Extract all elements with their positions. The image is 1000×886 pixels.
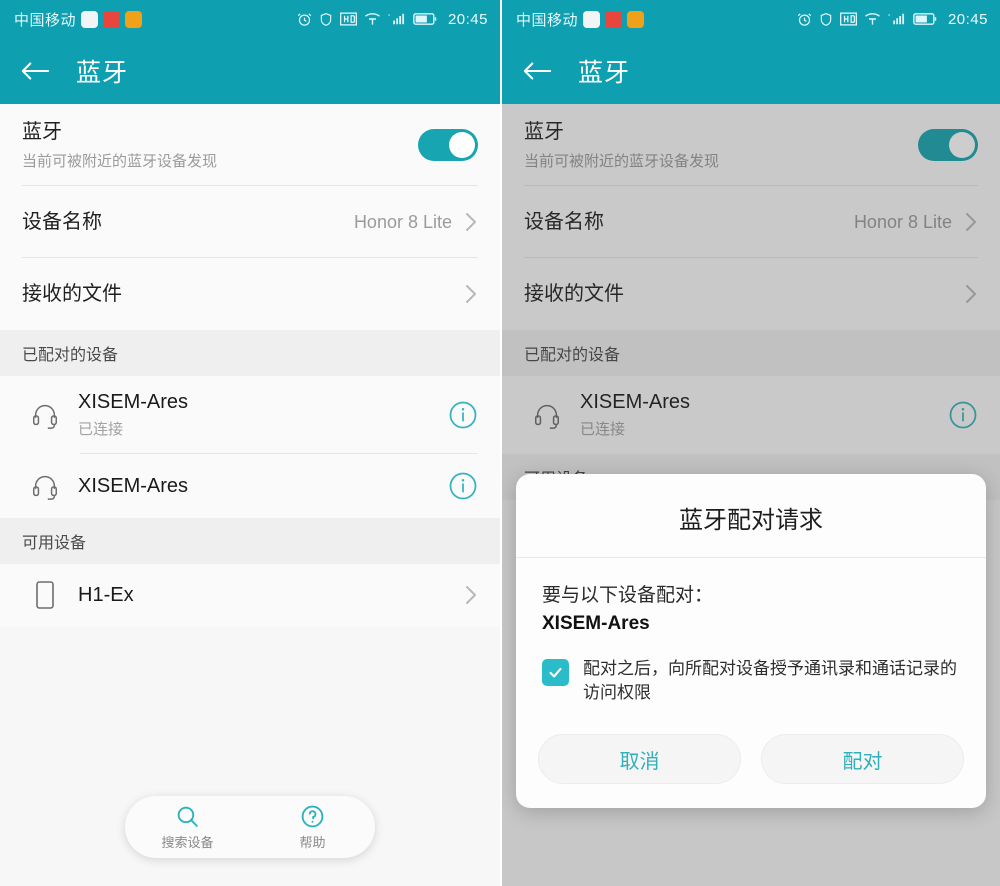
paired-devices-header: 已配对的设备: [0, 330, 500, 376]
device-name-text: 设备名称: [22, 210, 354, 235]
dialog-body: 要与以下设备配对： XISEM-Ares 配对之后，向所配对设备授予通讯录和通话…: [516, 558, 986, 712]
bluetooth-toggle[interactable]: [418, 129, 478, 161]
permission-checkbox-label: 配对之后，向所配对设备授予通讯录和通话记录的访问权限: [583, 658, 957, 703]
status-bar-left: 中国移动: [516, 9, 645, 30]
dialog-prompt: 要与以下设备配对：: [542, 584, 714, 606]
bluetooth-subtitle: 当前可被附近的蓝牙设备发现: [22, 152, 218, 170]
screenshot-root: 中国移动 ° 20:45 蓝牙 蓝牙 当前可被附近的蓝牙设备发现 设备名称 Ho…: [0, 0, 1000, 886]
notification-app-icon-3: [125, 10, 143, 28]
clock-label: 20:45: [447, 10, 488, 28]
bottom-action-pill: 搜索设备 帮助: [125, 796, 375, 858]
bluetooth-toggle-row[interactable]: 蓝牙 当前可被附近的蓝牙设备发现: [0, 104, 500, 186]
received-files-text: 接收的文件: [22, 282, 464, 307]
permission-checkbox[interactable]: [542, 658, 569, 686]
carrier-label: 中国移动: [14, 11, 77, 29]
page-title: 蓝牙: [76, 59, 129, 87]
device-name: XISEM-Ares: [78, 474, 189, 497]
device-name-value: Honor 8 Lite: [353, 211, 452, 232]
battery-icon: [413, 12, 439, 26]
headset-icon: [22, 400, 68, 430]
received-files-label: 接收的文件: [22, 282, 122, 305]
status-bar: 中国移动 ° 20:45: [0, 0, 500, 38]
status-bar-left: 中国移动: [14, 9, 143, 30]
pair-button[interactable]: 配对: [761, 734, 964, 784]
info-icon[interactable]: [448, 400, 478, 430]
help-label: 帮助: [299, 835, 326, 850]
left-phone-screen: 中国移动 ° 20:45 蓝牙 蓝牙 当前可被附近的蓝牙设备发现 设备名称 Ho…: [0, 0, 500, 886]
dialog-actions: 取消 配对: [516, 712, 986, 808]
signal-icon: °: [888, 12, 906, 26]
status-bar: 中国移动 ° 20:45: [502, 0, 1000, 38]
hd-icon: [839, 12, 857, 26]
paired-devices-label: 已配对的设备: [22, 347, 119, 364]
clock-label: 20:45: [947, 10, 988, 28]
status-bar-right: ° 20:45: [797, 11, 988, 28]
help-button[interactable]: 帮助: [258, 803, 368, 851]
headset-icon: [22, 471, 68, 501]
question-icon: [300, 803, 325, 829]
carrier-label: 中国移动: [516, 11, 579, 29]
device-name: XISEM-Ares: [78, 391, 189, 413]
search-devices-button[interactable]: 搜索设备: [133, 803, 243, 851]
chevron-right-icon: [464, 210, 478, 234]
shield-icon: [819, 12, 833, 27]
page-title: 蓝牙: [578, 59, 631, 87]
chevron-right-icon: [464, 282, 478, 306]
dialog-permission-row[interactable]: 配对之后，向所配对设备授予通讯录和通话记录的访问权限: [542, 657, 960, 706]
search-icon: [175, 803, 200, 829]
settings-content: 蓝牙 当前可被附近的蓝牙设备发现 设备名称 Honor 8 Lite 接收的文件…: [502, 104, 1000, 886]
dialog-title: 蓝牙配对请求: [516, 474, 986, 558]
notification-app-icon-3: [627, 10, 645, 28]
paired-device-1-text: XISEM-Ares 已连接: [78, 391, 448, 439]
received-files-row[interactable]: 接收的文件: [0, 258, 500, 330]
notification-app-icon-2: [605, 10, 623, 28]
device-name-row[interactable]: 设备名称 Honor 8 Lite: [0, 186, 500, 258]
settings-card: 蓝牙 当前可被附近的蓝牙设备发现 设备名称 Honor 8 Lite 接收的文件: [0, 104, 500, 330]
svg-text:°: °: [388, 14, 391, 20]
bluetooth-label: 蓝牙: [22, 120, 62, 143]
right-phone-screen: 中国移动 ° 20:45 蓝牙 蓝牙 当前可被附近的蓝牙设备发现 设备名称 Ho…: [500, 0, 1000, 886]
available-devices-label: 可用设备: [22, 535, 87, 552]
paired-device-row-2[interactable]: XISEM-Ares: [0, 454, 500, 518]
status-bar-right: ° 20:45: [297, 11, 488, 28]
info-icon[interactable]: [448, 471, 478, 501]
paired-device-2-text: XISEM-Ares: [78, 475, 448, 498]
wifi-icon: [864, 12, 881, 26]
app-bar: 蓝牙: [0, 38, 500, 104]
bluetooth-row-text: 蓝牙 当前可被附近的蓝牙设备发现: [22, 120, 418, 171]
app-bar: 蓝牙: [502, 38, 1000, 104]
hd-icon: [339, 12, 357, 26]
battery-icon: [913, 12, 939, 26]
shield-icon: [319, 12, 333, 27]
available-device-row-1[interactable]: H1-Ex: [0, 564, 500, 626]
paired-device-row-1[interactable]: XISEM-Ares 已连接: [0, 376, 500, 454]
device-name-label: 设备名称: [22, 210, 102, 233]
device-state: 已连接: [78, 421, 124, 438]
toggle-knob: [449, 132, 475, 158]
chevron-right-icon: [464, 583, 478, 607]
wifi-icon: [364, 12, 381, 26]
cancel-button[interactable]: 取消: [538, 734, 741, 784]
back-arrow-icon[interactable]: [522, 56, 552, 86]
settings-content: 蓝牙 当前可被附近的蓝牙设备发现 设备名称 Honor 8 Lite 接收的文件…: [0, 104, 500, 886]
phone-icon: [22, 580, 68, 610]
available-devices-header: 可用设备: [0, 518, 500, 564]
device-name: H1-Ex: [78, 583, 134, 606]
dialog-device-name: XISEM-Ares: [542, 612, 650, 634]
search-devices-label: 搜索设备: [161, 835, 214, 850]
back-arrow-icon[interactable]: [20, 56, 50, 86]
notification-app-icon-2: [103, 10, 121, 28]
alarm-icon: [797, 12, 812, 27]
bluetooth-pairing-dialog: 蓝牙配对请求 要与以下设备配对： XISEM-Ares 配对之后，向所配对设备授…: [516, 473, 986, 808]
signal-icon: °: [388, 12, 406, 26]
svg-text:°: °: [888, 14, 891, 20]
alarm-icon: [297, 12, 312, 27]
notification-app-icon-1: [81, 10, 99, 28]
notification-app-icon-1: [583, 10, 601, 28]
available-device-1-text: H1-Ex: [78, 584, 464, 607]
